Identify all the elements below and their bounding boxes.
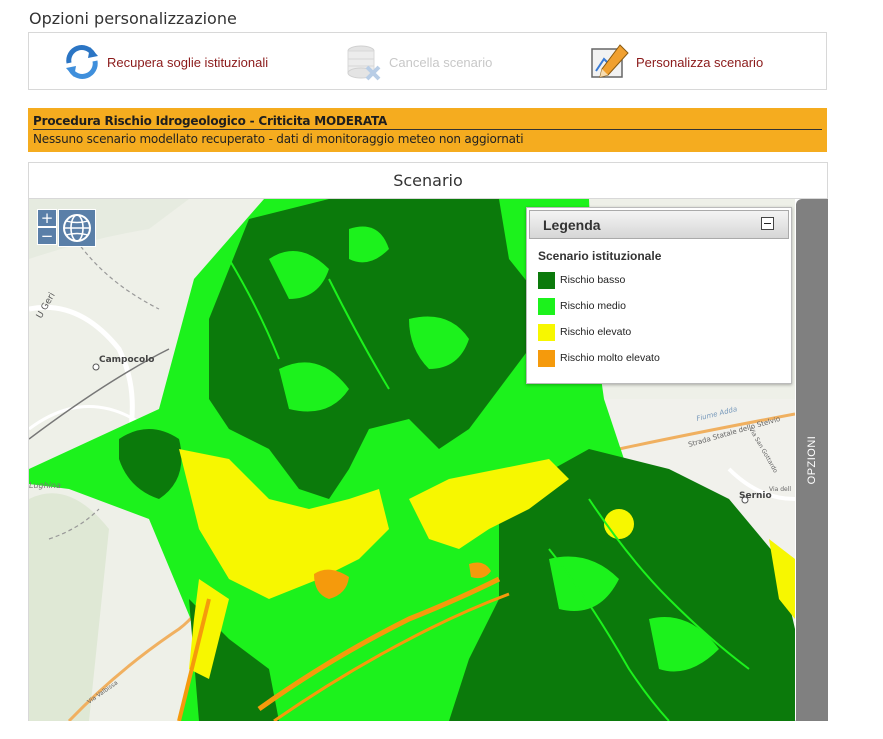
legend-item: Rischio elevato (538, 323, 791, 341)
map-legend: Legenda Scenario istituzionale Rischio b… (526, 207, 792, 384)
legend-item: Rischio molto elevato (538, 349, 791, 367)
legend-item-label: Rischio medio (560, 300, 626, 312)
panel-title: Scenario (29, 163, 827, 199)
label-campocolo: Campocolo (99, 355, 154, 365)
legend-item-label: Rischio molto elevato (560, 352, 660, 364)
opzioni-side-tab[interactable]: OPZIONI (796, 199, 828, 721)
legend-item: Rischio medio (538, 297, 791, 315)
zoom-extent-button[interactable] (58, 209, 96, 247)
scenario-map[interactable]: Campocolo Sernio Lughina Fiume Adda Stra… (29, 199, 795, 721)
database-delete-icon (347, 45, 381, 81)
scenario-toolbar: Recupera soglie istituzionali Cancella s… (28, 32, 827, 90)
legend-header: Legenda (529, 210, 789, 239)
refresh-icon (66, 45, 98, 79)
swatch-rischio-basso (538, 271, 555, 289)
swatch-rischio-elevato (538, 323, 555, 341)
label-lughina: Lughina (29, 481, 61, 490)
recupera-soglie-button[interactable]: Recupera soglie istituzionali (63, 43, 268, 81)
label-via-dell: Via dell (769, 486, 791, 493)
legend-item-label: Rischio basso (560, 274, 626, 286)
section-title: Opzioni personalizzazione (29, 9, 237, 28)
legend-item-label: Rischio elevato (560, 326, 632, 338)
legend-title: Legenda (543, 216, 601, 233)
legend-subtitle: Scenario istituzionale (538, 249, 662, 263)
cancella-scenario-button[interactable]: Cancella scenario (345, 43, 492, 81)
scenario-panel: Scenario Campocolo Sernio Lughina Fiume … (28, 162, 828, 721)
zoom-out-button[interactable]: − (37, 227, 57, 245)
criticity-alert: Procedura Rischio Idrogeologico - Critic… (28, 108, 827, 152)
label-sernio: Sernio (739, 491, 772, 501)
edit-scenario-icon (591, 44, 629, 78)
personalizza-scenario-label: Personalizza scenario (636, 54, 764, 70)
recupera-soglie-label: Recupera soglie istituzionali (107, 54, 269, 70)
opzioni-label: OPZIONI (806, 435, 818, 485)
alert-title: Procedura Rischio Idrogeologico - Critic… (33, 114, 822, 130)
alert-message: Nessuno scenario modellato recuperato - … (33, 132, 524, 146)
personalizza-scenario-button[interactable]: Personalizza scenario (590, 43, 763, 81)
legend-item: Rischio basso (538, 271, 791, 289)
swatch-rischio-molto-elevato (538, 349, 555, 367)
zoom-in-button[interactable]: + (37, 209, 57, 227)
globe-icon (63, 214, 91, 242)
cancella-scenario-label: Cancella scenario (389, 54, 493, 70)
minimize-icon[interactable] (761, 217, 774, 230)
swatch-rischio-medio (538, 297, 555, 315)
map-navigation: + − (37, 209, 96, 247)
